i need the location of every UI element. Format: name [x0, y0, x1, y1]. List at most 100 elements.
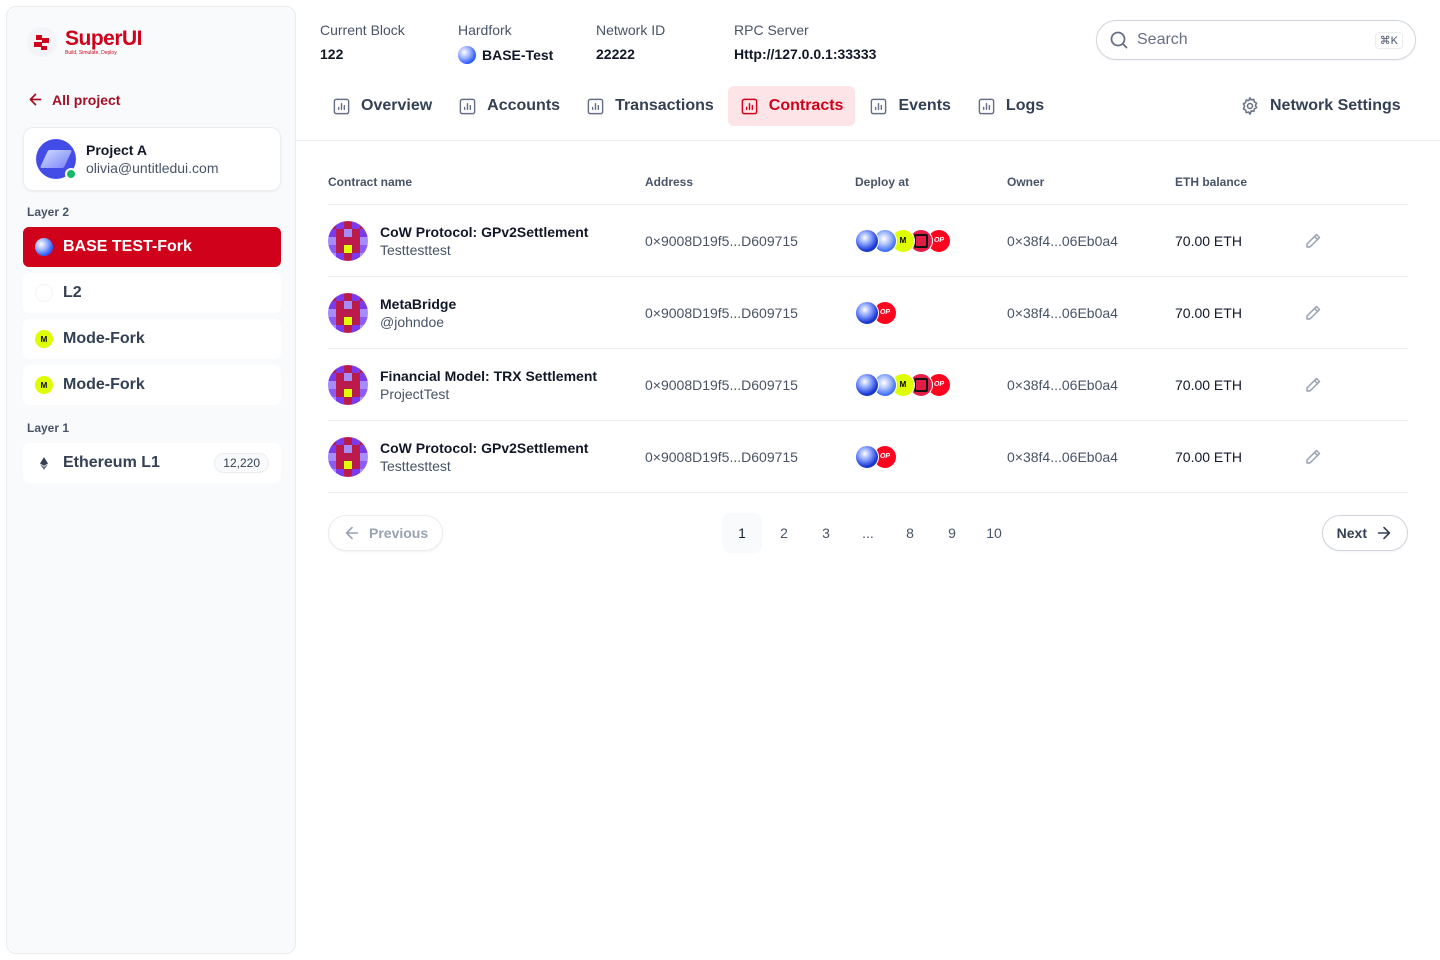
- logo-icon: [27, 27, 57, 57]
- contract-name: MetaBridge: [380, 295, 457, 312]
- network-id-value: 22222: [596, 46, 635, 62]
- header-divider: [296, 140, 1440, 141]
- contract-subtitle: Testtesttest: [380, 241, 451, 258]
- contract-avatar: [328, 436, 368, 477]
- tab-logs[interactable]: Logs: [965, 86, 1056, 126]
- page-number[interactable]: 1: [722, 513, 762, 553]
- column-header-balance: ETH balance: [1175, 175, 1248, 189]
- mode-icon: M: [35, 376, 53, 394]
- mode-icon: M: [35, 330, 53, 348]
- table-row[interactable]: MetaBridge @johndoe 0×9008D19f5...D60971…: [328, 277, 1408, 349]
- arrow-right-icon: [1377, 526, 1391, 540]
- edit-icon[interactable]: [1303, 231, 1323, 251]
- page-number[interactable]: 3: [806, 513, 846, 553]
- network-item-mode-fork-2[interactable]: M Mode-Fork: [23, 365, 281, 405]
- edit-icon[interactable]: [1303, 447, 1323, 467]
- contract-name: CoW Protocol: GPv2Settlement: [380, 223, 589, 240]
- all-project-label: All project: [52, 91, 121, 108]
- column-header-address: Address: [645, 175, 694, 189]
- hardfork-label: Hardfork: [458, 22, 512, 38]
- chart-icon: [741, 98, 758, 114]
- tab-events[interactable]: Events: [857, 86, 962, 126]
- network-item-base-test-fork[interactable]: BASE TEST-Fork: [23, 227, 281, 267]
- search-box[interactable]: ⌘K: [1096, 20, 1416, 60]
- contract-owner: 0×38f4...06Eb0a4: [1007, 448, 1118, 465]
- network-id-label: Network ID: [596, 22, 666, 38]
- table-row[interactable]: CoW Protocol: GPv2Settlement Testtesttes…: [328, 421, 1408, 493]
- rpc-server-info: RPC Server Http://127.0.0.1:33333: [734, 22, 876, 62]
- pagination: Previous 1 2 3... 8 9 10 Next: [328, 512, 1408, 553]
- brand-name: SuperUI: [65, 27, 143, 50]
- network-item-label: Ethereum L1: [63, 454, 160, 471]
- base-chain-icon: [855, 444, 879, 469]
- count-badge: 12,220: [214, 453, 269, 473]
- logo[interactable]: SuperUI Build, Simulate, Deploy: [27, 27, 143, 57]
- layer1-label: Layer 1: [27, 421, 70, 435]
- network-settings-button[interactable]: Network Settings: [1228, 86, 1413, 126]
- contract-owner: 0×38f4...06Eb0a4: [1007, 232, 1118, 249]
- edit-icon[interactable]: [1303, 375, 1323, 395]
- next-button[interactable]: Next: [1321, 515, 1408, 551]
- network-item-ethereum-l1[interactable]: Ethereum L1 12,220: [23, 443, 281, 483]
- page-number: ...: [862, 525, 874, 541]
- project-card[interactable]: Project A olivia@untitledui.com: [23, 127, 281, 191]
- base-icon: [458, 46, 476, 64]
- network-item-label: BASE TEST-Fork: [63, 238, 192, 255]
- l2-icon: [35, 284, 53, 302]
- column-header-name: Contract name: [328, 175, 413, 189]
- tab-contracts[interactable]: Contracts: [727, 86, 856, 126]
- chart-icon: [587, 98, 604, 114]
- base-icon: [35, 238, 53, 256]
- contract-owner: 0×38f4...06Eb0a4: [1007, 376, 1118, 393]
- contract-address: 0×9008D19f5...D609715: [645, 232, 798, 249]
- network-item-l2[interactable]: L2: [23, 273, 281, 313]
- table-body: CoW Protocol: GPv2Settlement Testtesttes…: [328, 205, 1408, 493]
- network-item-label: L2: [63, 284, 82, 301]
- contract-avatar: [328, 364, 368, 405]
- chart-icon: [978, 98, 995, 114]
- previous-button[interactable]: Previous: [328, 515, 444, 551]
- network-id-info: Network ID 22222: [596, 22, 665, 62]
- table-row[interactable]: Financial Model: TRX Settlement ProjectT…: [328, 349, 1408, 421]
- chart-icon: [333, 98, 350, 114]
- table-row[interactable]: CoW Protocol: GPv2Settlement Testtesttes…: [328, 205, 1408, 277]
- edit-icon[interactable]: [1303, 303, 1323, 323]
- contract-address: 0×9008D19f5...D609715: [645, 304, 798, 321]
- network-settings-label: Network Settings: [1270, 97, 1401, 114]
- page-number[interactable]: 8: [890, 513, 930, 553]
- rpc-server-label: RPC Server: [734, 22, 809, 38]
- eth-balance: 70.00 ETH: [1175, 232, 1242, 249]
- search-input[interactable]: [1137, 31, 1367, 49]
- contract-name: Financial Model: TRX Settlement: [380, 367, 598, 384]
- contract-avatar: [328, 220, 368, 261]
- column-header-owner: Owner: [1007, 175, 1045, 189]
- current-block-label: Current Block: [320, 22, 405, 38]
- ethereum-icon: [35, 454, 53, 472]
- base-chain-icon: [855, 228, 879, 253]
- network-item-label: Mode-Fork: [63, 330, 145, 347]
- main-tabs: Overview Accounts Transactions Contracts…: [320, 86, 1056, 126]
- rpc-server-value: Http://127.0.0.1:33333: [734, 46, 877, 62]
- eth-balance: 70.00 ETH: [1175, 448, 1242, 465]
- network-item-mode-fork[interactable]: M Mode-Fork: [23, 319, 281, 359]
- contract-subtitle: @johndoe: [380, 313, 445, 330]
- tab-accounts[interactable]: Accounts: [446, 86, 572, 126]
- deploy-chains: OP: [855, 300, 1007, 325]
- base-chain-icon: [855, 372, 879, 397]
- gear-icon: [1242, 97, 1258, 115]
- page-number[interactable]: 2: [764, 513, 804, 553]
- arrow-left-icon: [29, 93, 42, 106]
- eth-balance: 70.00 ETH: [1175, 376, 1242, 393]
- project-name: Project A: [86, 142, 147, 158]
- project-email: olivia@untitledui.com: [86, 160, 219, 176]
- tab-overview[interactable]: Overview: [320, 86, 444, 126]
- arrow-left-icon: [345, 526, 359, 540]
- tab-transactions[interactable]: Transactions: [574, 86, 726, 126]
- hardfork-info: Hardfork BASE-Test: [458, 22, 553, 64]
- contract-subtitle: ProjectTest: [380, 385, 450, 402]
- page-number[interactable]: 9: [932, 513, 972, 553]
- all-project-link[interactable]: All project: [27, 91, 120, 108]
- deploy-chains: M OP: [855, 228, 1007, 253]
- current-block-info: Current Block 122: [320, 22, 405, 62]
- page-number[interactable]: 10: [974, 513, 1014, 553]
